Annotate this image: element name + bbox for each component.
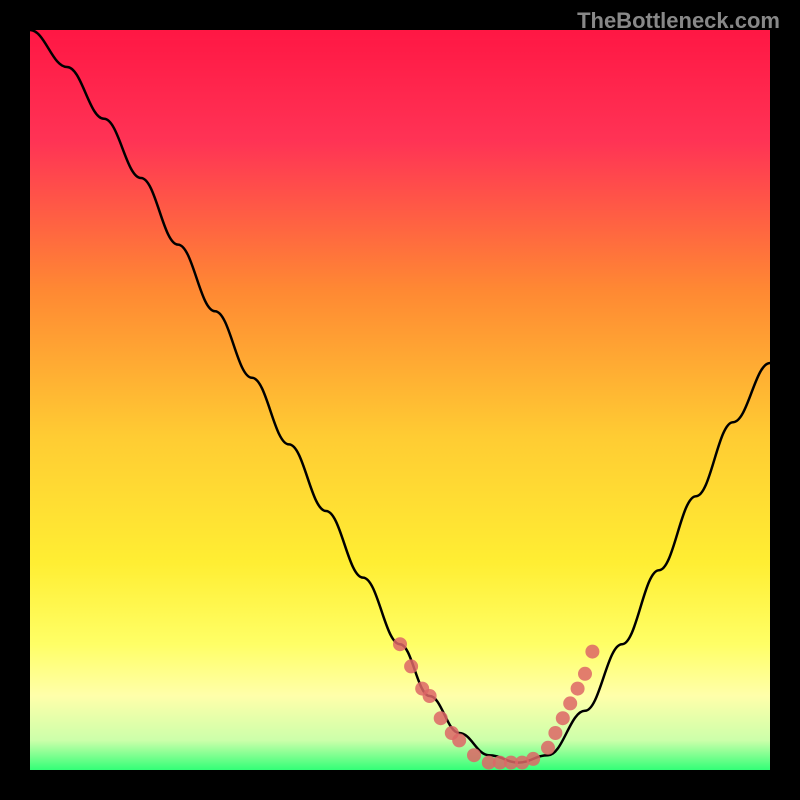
data-point [526, 752, 540, 766]
data-point [393, 637, 407, 651]
data-point [585, 645, 599, 659]
data-point [541, 741, 555, 755]
data-point [452, 733, 466, 747]
bottleneck-curve-line [30, 30, 770, 763]
scatter-points [393, 637, 599, 769]
data-point [563, 696, 577, 710]
data-point [404, 659, 418, 673]
data-point [434, 711, 448, 725]
data-point [556, 711, 570, 725]
watermark-text: TheBottleneck.com [577, 8, 780, 34]
chart-container [30, 30, 770, 770]
data-point [423, 689, 437, 703]
data-point [548, 726, 562, 740]
data-point [578, 667, 592, 681]
data-point [571, 682, 585, 696]
data-point [467, 748, 481, 762]
chart-svg [30, 30, 770, 770]
